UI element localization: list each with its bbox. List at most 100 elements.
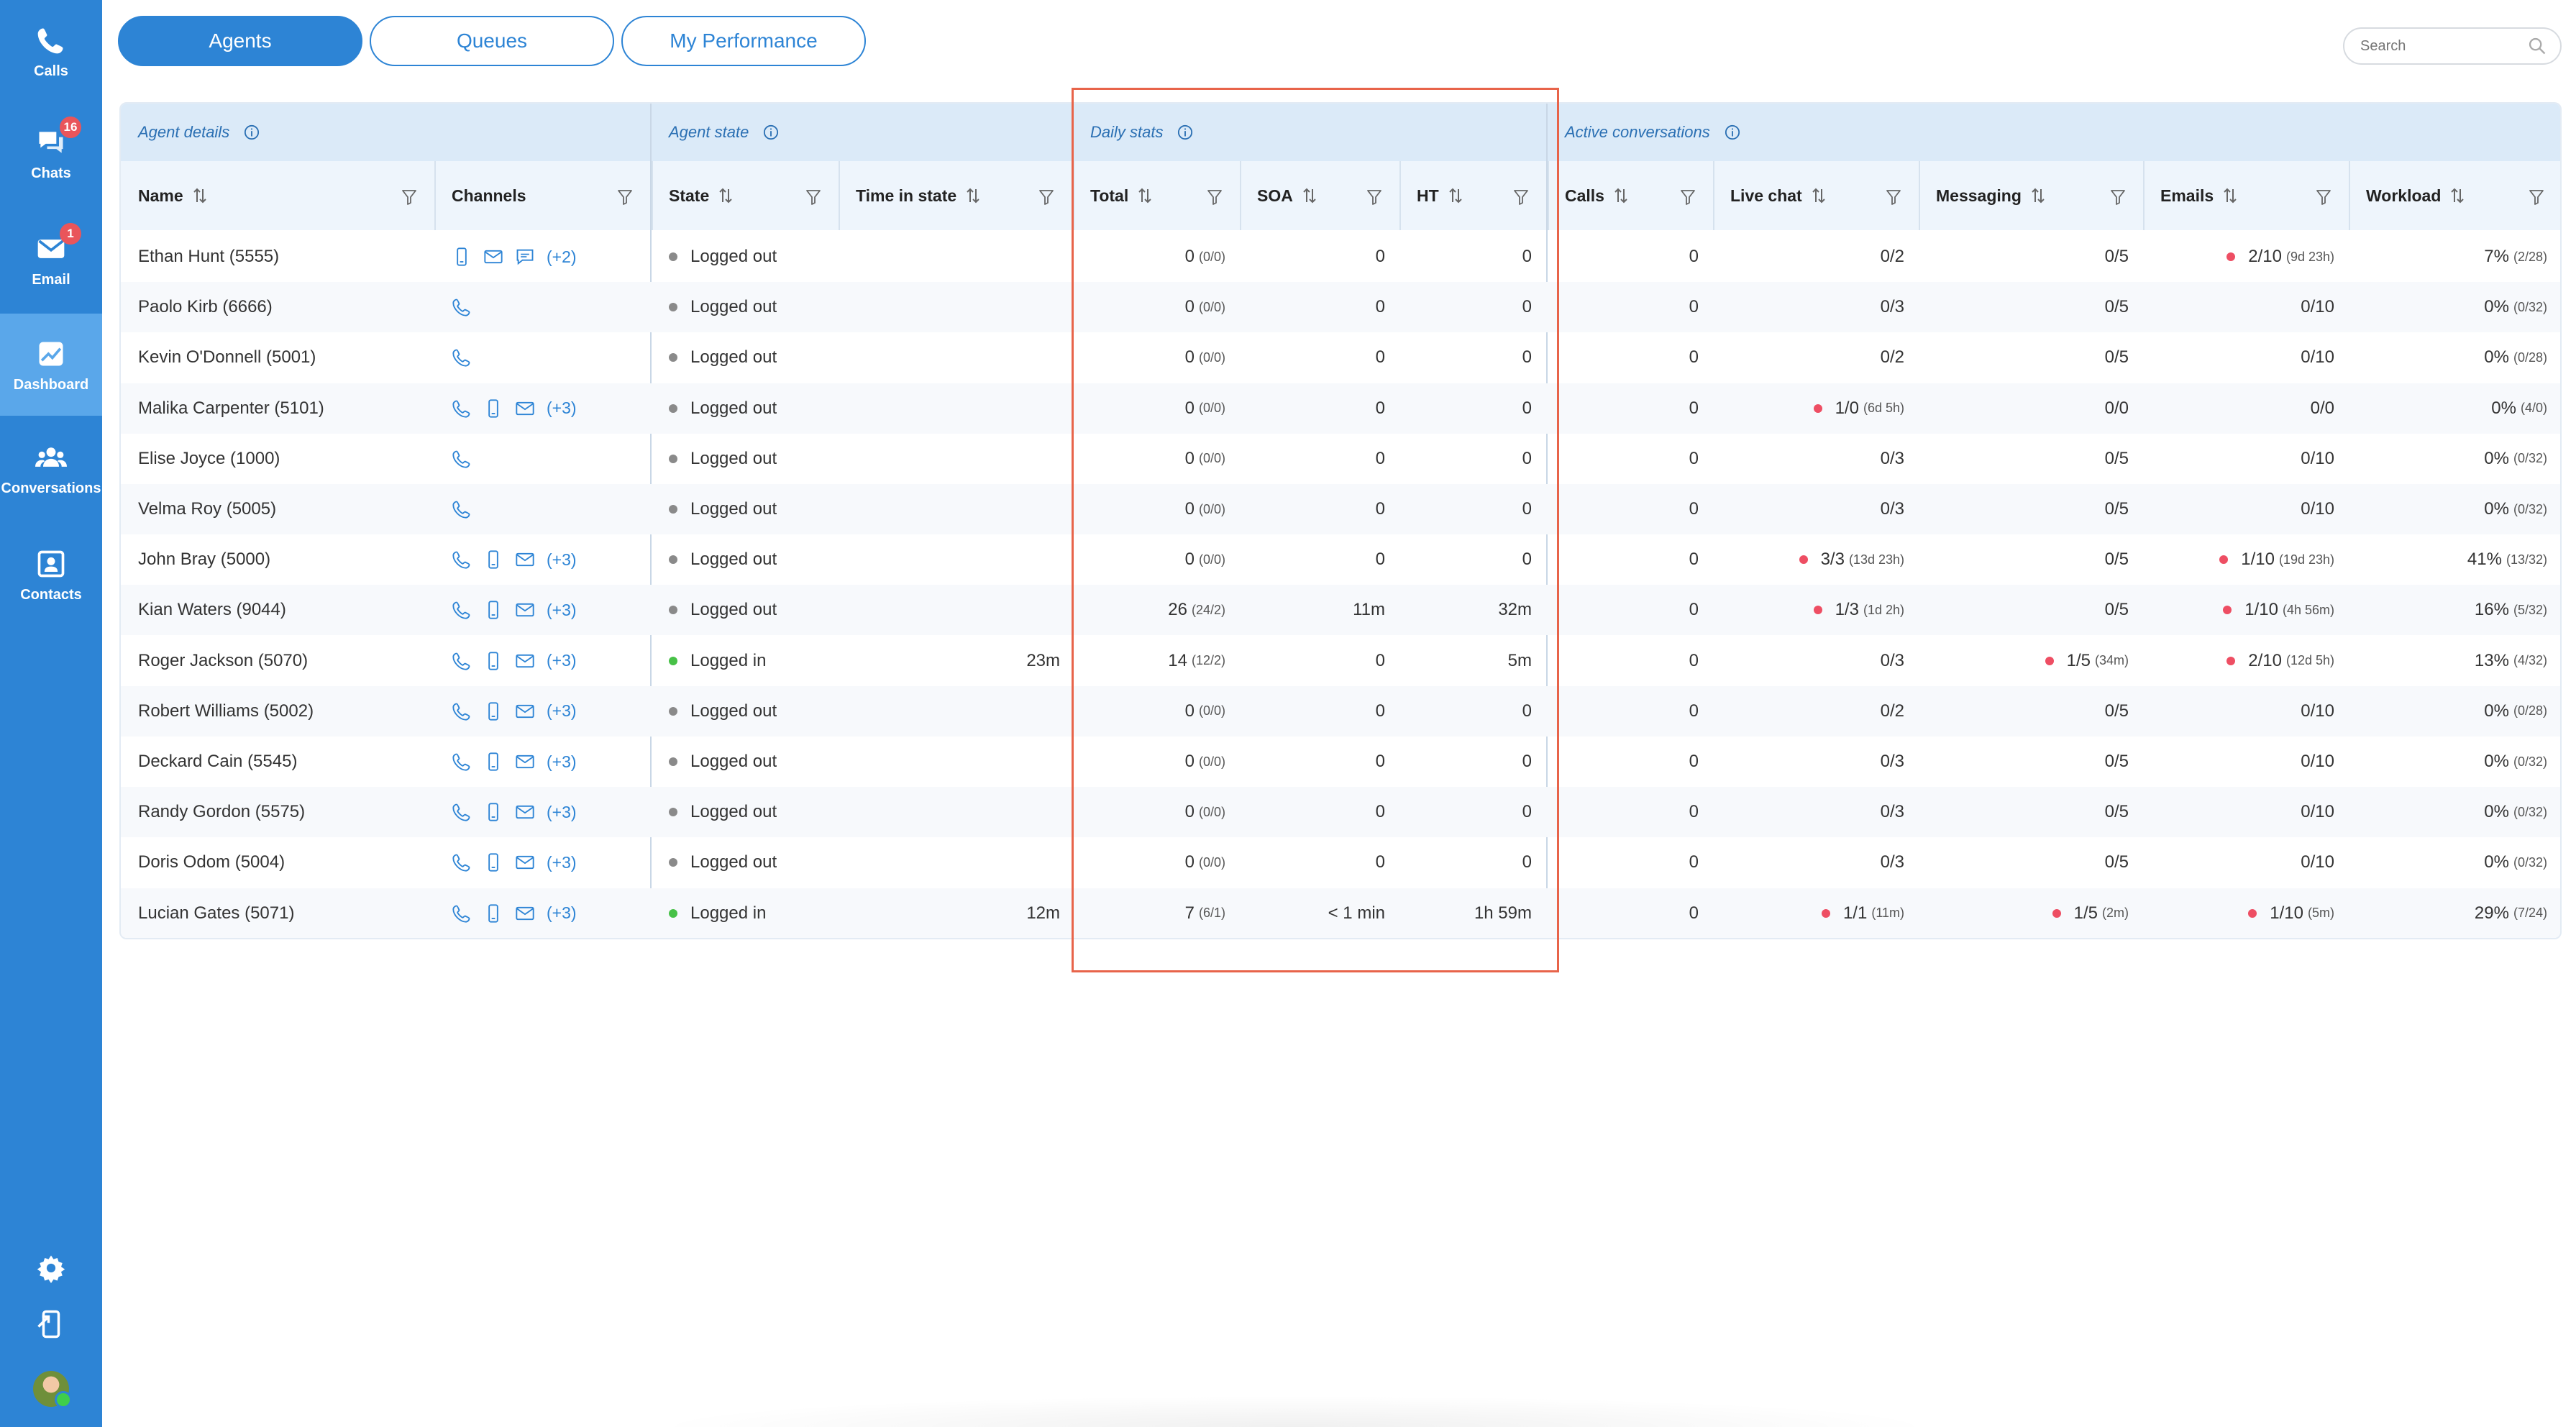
info-icon[interactable]	[1177, 124, 1193, 140]
mobile-phone-icon[interactable]	[483, 701, 503, 721]
table-row[interactable]: Randy Gordon (5575) (+3) Logged out 0 (0/0) 0…	[121, 787, 2560, 838]
phone-icon[interactable]	[452, 852, 472, 872]
table-row[interactable]: Roger Jackson (5070) (+3) Logged in 23m 14 (1…	[121, 636, 2560, 686]
column-header-live-chat[interactable]: Live chat	[1730, 161, 1827, 230]
more-channels-link[interactable]: (+3)	[547, 903, 577, 923]
column-header-name[interactable]: Name	[138, 161, 208, 230]
more-channels-link[interactable]: (+3)	[547, 803, 577, 822]
more-channels-link[interactable]: (+3)	[547, 651, 577, 670]
user-avatar[interactable]	[33, 1371, 72, 1408]
table-row[interactable]: Elise Joyce (1000) Logged out 0 (0/0) 0 0 0 0/3…	[121, 434, 2560, 484]
email-icon[interactable]	[515, 903, 535, 924]
column-header-ht[interactable]: HT	[1417, 161, 1463, 230]
mobile-phone-icon[interactable]	[452, 247, 472, 267]
sort-icon[interactable]	[1448, 186, 1463, 205]
sort-icon[interactable]	[718, 186, 734, 205]
email-icon[interactable]	[515, 802, 535, 822]
mobile-phone-icon[interactable]	[483, 600, 503, 620]
more-channels-link[interactable]: (+3)	[547, 601, 577, 620]
info-icon[interactable]	[1725, 124, 1740, 140]
column-header-calls[interactable]: Calls	[1565, 161, 1629, 230]
mobile-phone-icon[interactable]	[483, 752, 503, 772]
filter-icon[interactable]	[1680, 188, 1696, 206]
more-channels-link[interactable]: (+3)	[547, 752, 577, 772]
email-icon[interactable]	[515, 852, 535, 872]
tab-queues[interactable]: Queues	[370, 16, 614, 66]
email-icon[interactable]	[515, 398, 535, 419]
table-row[interactable]: Malika Carpenter (5101) (+3) Logged out 0 (0…	[121, 383, 2560, 434]
table-row[interactable]: Paolo Kirb (6666) Logged out 0 (0/0) 0 0 0 0/3 0…	[121, 282, 2560, 333]
phone-icon[interactable]	[452, 499, 472, 519]
table-row[interactable]: Lucian Gates (5071) (+3) Logged in 12m 7 (6/1…	[121, 888, 2560, 938]
phone-transfer-icon[interactable]	[33, 1306, 69, 1342]
table-row[interactable]: Kevin O'Donnell (5001) Logged out 0 (0/0) 0 0…	[121, 332, 2560, 383]
sidebar-item-conversations[interactable]: Conversations	[0, 417, 102, 519]
chat-icon[interactable]	[515, 247, 535, 267]
sort-icon[interactable]	[1811, 186, 1827, 205]
filter-icon[interactable]	[401, 188, 417, 206]
sort-icon[interactable]	[2449, 186, 2465, 205]
email-icon[interactable]	[515, 651, 535, 671]
email-icon[interactable]	[515, 600, 535, 620]
phone-icon[interactable]	[452, 600, 472, 620]
column-header-state[interactable]: State	[669, 161, 734, 230]
filter-icon[interactable]	[1207, 188, 1223, 206]
email-icon[interactable]	[515, 752, 535, 772]
column-header-emails[interactable]: Emails	[2160, 161, 2238, 230]
sort-icon[interactable]	[192, 186, 208, 205]
tab-agents[interactable]: Agents	[118, 16, 362, 66]
tab-my-performance[interactable]: My Performance	[621, 16, 866, 66]
phone-icon[interactable]	[452, 752, 472, 772]
more-channels-link[interactable]: (+2)	[547, 247, 577, 267]
table-row[interactable]: Deckard Cain (5545) (+3) Logged out 0 (0/0) 0…	[121, 737, 2560, 787]
filter-icon[interactable]	[2110, 188, 2126, 206]
column-header-total[interactable]: Total	[1090, 161, 1153, 230]
settings-gear-icon[interactable]	[33, 1250, 69, 1286]
sidebar-item-dashboard[interactable]: Dashboard	[0, 314, 102, 416]
filter-icon[interactable]	[2529, 188, 2544, 206]
mobile-phone-icon[interactable]	[483, 550, 503, 570]
phone-icon[interactable]	[452, 398, 472, 419]
table-row[interactable]: Velma Roy (5005) Logged out 0 (0/0) 0 0 0 0/3 0/…	[121, 484, 2560, 534]
phone-icon[interactable]	[452, 903, 472, 924]
phone-icon[interactable]	[452, 347, 472, 368]
phone-icon[interactable]	[452, 802, 472, 822]
mobile-phone-icon[interactable]	[483, 398, 503, 419]
column-header-soa[interactable]: SOA	[1257, 161, 1317, 230]
email-icon[interactable]	[515, 550, 535, 570]
sort-icon[interactable]	[1613, 186, 1629, 205]
filter-icon[interactable]	[1513, 188, 1529, 206]
sort-icon[interactable]	[1137, 186, 1153, 205]
table-row[interactable]: Kian Waters (9044) (+3) Logged out 26 (24/2)…	[121, 585, 2560, 636]
sort-icon[interactable]	[2030, 186, 2046, 205]
sidebar-item-chats[interactable]: 16 Chats	[0, 102, 102, 204]
sort-icon[interactable]	[1302, 186, 1317, 205]
email-icon[interactable]	[515, 701, 535, 721]
more-channels-link[interactable]: (+3)	[547, 550, 577, 570]
phone-icon[interactable]	[452, 297, 472, 317]
more-channels-link[interactable]: (+3)	[547, 701, 577, 721]
sidebar-item-email[interactable]: 1 Email	[0, 209, 102, 311]
more-channels-link[interactable]: (+3)	[547, 398, 577, 418]
email-icon[interactable]	[483, 247, 503, 267]
filter-icon[interactable]	[1886, 188, 1901, 206]
info-icon[interactable]	[763, 124, 779, 140]
phone-icon[interactable]	[452, 651, 472, 671]
mobile-phone-icon[interactable]	[483, 651, 503, 671]
table-row[interactable]: Robert Williams (5002) (+3) Logged out 0 (0/…	[121, 685, 2560, 737]
column-header-channels[interactable]: Channels	[452, 161, 526, 230]
sidebar-item-contacts[interactable]: Contacts	[0, 524, 102, 626]
column-header-workload[interactable]: Workload	[2366, 161, 2465, 230]
mobile-phone-icon[interactable]	[483, 903, 503, 924]
mobile-phone-icon[interactable]	[483, 802, 503, 822]
phone-icon[interactable]	[452, 550, 472, 570]
table-row[interactable]: John Bray (5000) (+3) Logged out 0 (0/0) 0 0 0 3…	[121, 534, 2560, 585]
column-header-time-in-state[interactable]: Time in state	[856, 161, 981, 230]
phone-icon[interactable]	[452, 449, 472, 469]
filter-icon[interactable]	[1038, 188, 1054, 206]
sort-icon[interactable]	[2222, 186, 2238, 205]
filter-icon[interactable]	[805, 188, 821, 206]
filter-icon[interactable]	[617, 188, 633, 206]
more-channels-link[interactable]: (+3)	[547, 853, 577, 872]
table-row[interactable]: Ethan Hunt (5555) (+2) Logged out 0 (0/0) 0 0 0…	[121, 232, 2560, 282]
